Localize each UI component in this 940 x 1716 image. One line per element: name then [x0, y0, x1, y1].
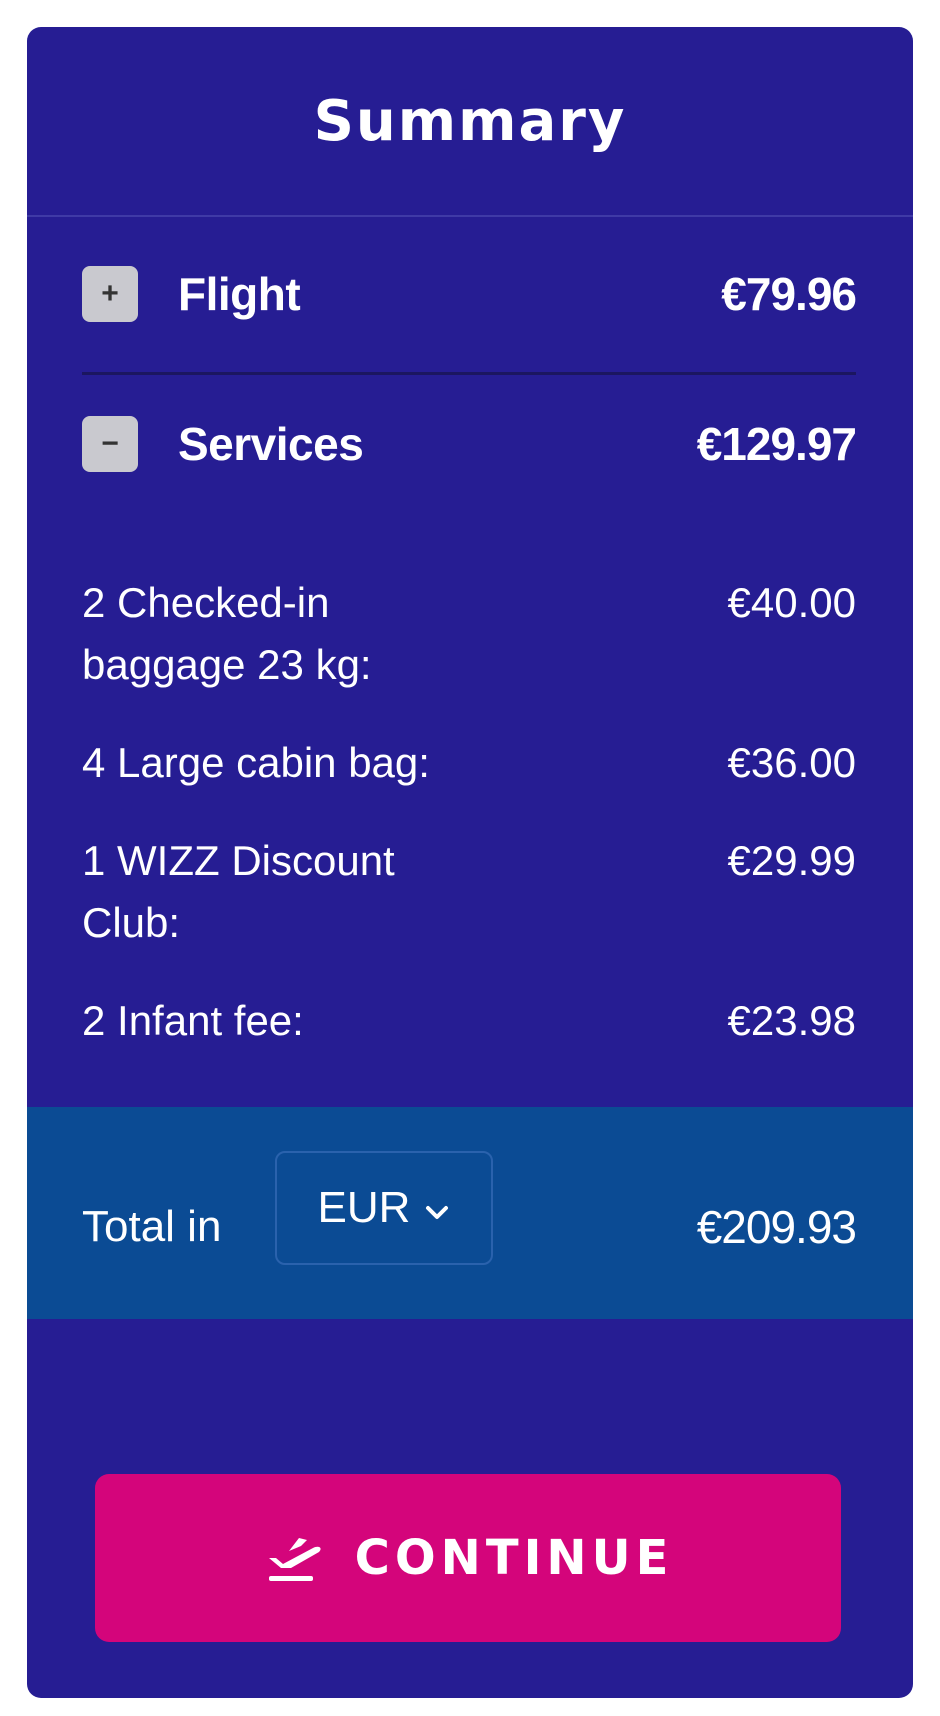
flight-row[interactable]: + Flight €79.96 — [82, 264, 857, 324]
total-label: Total in — [82, 1202, 222, 1251]
service-item-label: 2 Infant fee: — [82, 997, 304, 1044]
service-item: 2 Checked-in baggage 23 kg: €40.00 — [82, 572, 856, 696]
service-item-label: 1 WIZZ Discount Club: — [82, 837, 395, 946]
summary-panel: Summary + Flight €79.96 − Services €129.… — [27, 27, 913, 1698]
summary-header: Summary — [27, 27, 913, 217]
total-amount: €209.93 — [696, 1201, 857, 1253]
service-item: 4 Large cabin bag: €36.00 — [82, 732, 856, 794]
expand-plus-icon[interactable]: + — [82, 266, 138, 322]
service-item-label: 2 Checked-in baggage 23 kg: — [82, 579, 372, 688]
continue-label: CONTINUE — [354, 1530, 674, 1586]
service-item-label: 4 Large cabin bag: — [82, 739, 430, 786]
services-items: 2 Checked-in baggage 23 kg: €40.00 4 Lar… — [82, 572, 856, 1052]
total-band: Total in EUR €209.93 — [27, 1107, 913, 1319]
plane-takeoff-icon — [263, 1528, 325, 1589]
service-item-amount: €40.00 — [727, 579, 856, 626]
services-row[interactable]: − Services €129.97 — [82, 414, 857, 474]
services-amount: €129.97 — [696, 418, 857, 470]
flight-label: Flight — [178, 268, 301, 320]
service-item: 1 WIZZ Discount Club: €29.99 — [82, 830, 856, 954]
service-item-amount: €36.00 — [727, 739, 856, 786]
section-divider — [82, 372, 856, 375]
flight-left: + Flight — [82, 266, 301, 322]
chevron-down-icon — [424, 1183, 450, 1233]
services-label: Services — [178, 418, 364, 470]
summary-title: Summary — [313, 88, 627, 154]
continue-button[interactable]: CONTINUE — [95, 1474, 841, 1642]
service-item: 2 Infant fee: €23.98 — [82, 990, 856, 1052]
flight-amount: €79.96 — [721, 268, 857, 320]
collapse-minus-icon[interactable]: − — [82, 416, 138, 472]
service-item-amount: €23.98 — [727, 997, 856, 1044]
currency-value: EUR — [317, 1183, 411, 1232]
currency-select[interactable]: EUR — [275, 1151, 493, 1265]
service-item-amount: €29.99 — [727, 837, 856, 884]
services-left: − Services — [82, 416, 364, 472]
